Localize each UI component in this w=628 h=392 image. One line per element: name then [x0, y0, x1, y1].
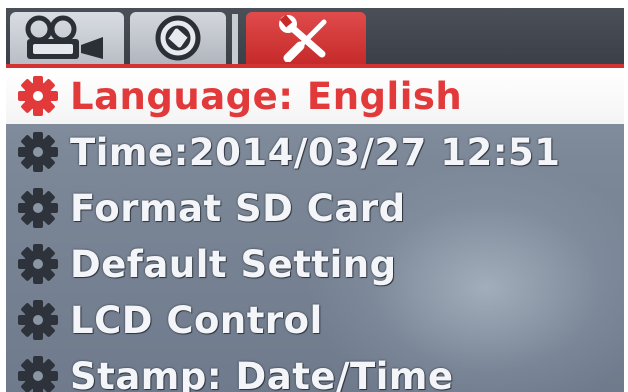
menu-item-language[interactable]: Language: English — [6, 68, 624, 124]
menu-item-label: LCD Control — [70, 298, 323, 342]
menu-item-label: Default Setting — [70, 242, 397, 286]
menu-item-format-sd-card[interactable]: Format SD Card — [6, 180, 624, 236]
camera-settings-screen: Language: English Time:2014/03/27 12:51 — [6, 8, 624, 392]
camera-lens-icon — [155, 15, 201, 61]
menu-item-lcd-control[interactable]: LCD Control — [6, 292, 624, 348]
menu-item-label: Stamp: Date/Time — [70, 354, 454, 392]
settings-menu: Language: English Time:2014/03/27 12:51 — [6, 68, 624, 392]
tab-setup[interactable] — [246, 12, 366, 64]
gear-icon — [18, 76, 58, 116]
menu-item-label: Time:2014/03/27 12:51 — [70, 130, 561, 174]
tab-divider — [232, 14, 238, 64]
menu-item-default-setting[interactable]: Default Setting — [6, 236, 624, 292]
mode-tab-bar — [6, 8, 624, 68]
gear-icon — [18, 188, 58, 228]
gear-icon — [18, 244, 58, 284]
menu-item-label: Format SD Card — [70, 186, 406, 230]
menu-item-time[interactable]: Time:2014/03/27 12:51 — [6, 124, 624, 180]
video-camera-icon — [25, 15, 103, 59]
gear-icon — [18, 300, 58, 340]
gear-icon — [18, 132, 58, 172]
tools-icon — [279, 14, 327, 62]
tab-video[interactable] — [10, 12, 124, 64]
menu-item-stamp[interactable]: Stamp: Date/Time — [6, 348, 624, 392]
gear-icon — [18, 356, 58, 392]
tab-photo[interactable] — [130, 12, 226, 64]
menu-item-label: Language: English — [70, 74, 463, 118]
